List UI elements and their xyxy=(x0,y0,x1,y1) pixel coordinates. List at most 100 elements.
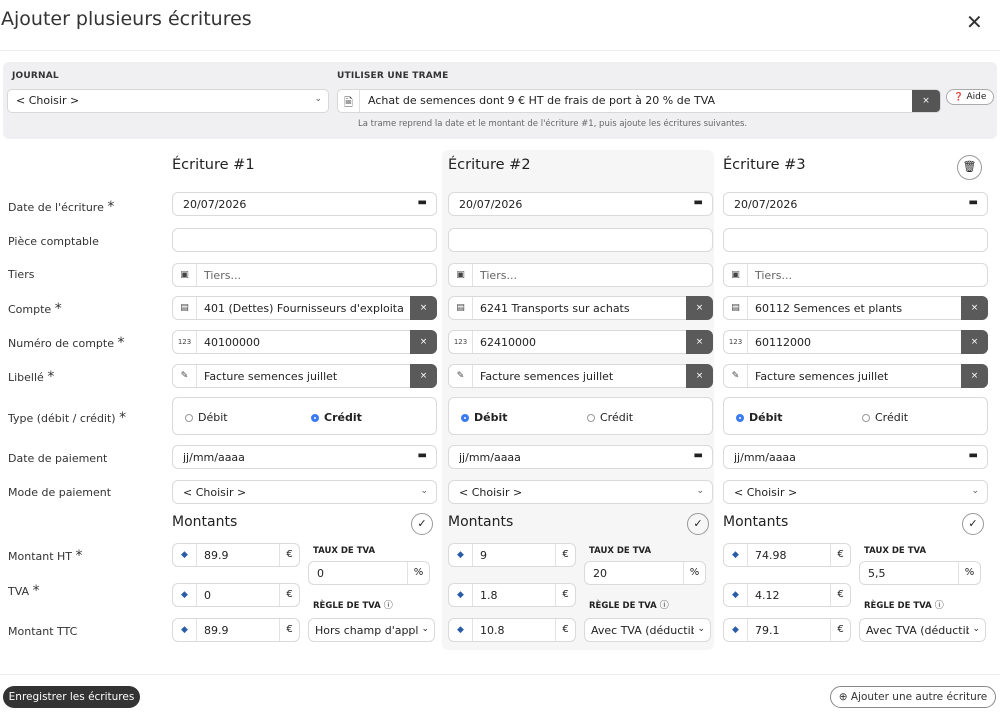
calendar-icon[interactable]: ▬ xyxy=(418,197,427,208)
date-paiement-input[interactable]: jj/mm/aaaa ▬ xyxy=(448,445,713,469)
dialog-title: Ajouter plusieurs écritures xyxy=(1,8,252,30)
tiers-input[interactable]: ▣ Tiers... xyxy=(172,263,437,287)
field-labels-column: Date de l'écriture * Pièce comptable Tie… xyxy=(3,150,166,650)
trame-select[interactable]: 🗎 Achat de semences dont 9 € HT de frais… xyxy=(337,89,941,113)
numero-compte-input[interactable]: 123 62410000 × xyxy=(448,330,713,354)
label-date: Date de l'écriture * xyxy=(8,199,115,215)
chevron-down-icon: ⌄ xyxy=(421,624,429,634)
tva-value: 4.12 xyxy=(755,589,780,602)
montant-ttc-input[interactable]: ◆ 79.1 € xyxy=(723,618,851,642)
calendar-icon[interactable]: ▬ xyxy=(969,450,978,461)
trame-clear-button[interactable]: × xyxy=(912,90,940,112)
chevron-down-icon: ⌄ xyxy=(314,94,322,104)
regle-tva-label: RÈGLE DE TVA ⓘ xyxy=(589,601,669,611)
calendar-icon[interactable]: ▬ xyxy=(969,197,978,208)
mode-paiement-select[interactable]: < Choisir > ⌄ xyxy=(172,480,437,504)
date-ecriture-input[interactable]: 20/07/2026 ▬ xyxy=(723,192,988,216)
numero-compte-input[interactable]: 123 60112000 × xyxy=(723,330,988,354)
libelle-input[interactable]: ✎ Facture semences juillet × xyxy=(172,364,437,388)
libelle-input[interactable]: ✎ Facture semences juillet × xyxy=(723,364,988,388)
calendar-icon[interactable]: ▬ xyxy=(418,450,427,461)
amount-icon: ◆ xyxy=(449,584,473,606)
montant-ht-value: 9 xyxy=(480,549,487,562)
taux-tva-label: TAUX DE TVA xyxy=(589,546,652,556)
date-ecriture-input[interactable]: 20/07/2026 ▬ xyxy=(448,192,713,216)
compte-select[interactable]: ▤ 401 (Dettes) Fournisseurs d'exploitati… xyxy=(172,296,437,320)
date-value: 20/07/2026 xyxy=(459,198,523,211)
piece-comptable-input[interactable] xyxy=(723,228,988,252)
radio-credit[interactable]: Crédit xyxy=(862,411,908,424)
number-icon: 123 xyxy=(173,331,197,353)
date-paiement-input[interactable]: jj/mm/aaaa ▬ xyxy=(723,445,988,469)
numero-clear-button[interactable]: × xyxy=(410,330,437,354)
euro-unit: € xyxy=(279,584,299,606)
taux-tva-input[interactable]: 0 % xyxy=(308,561,430,585)
check-icon[interactable]: ✓ xyxy=(962,513,984,535)
radio-debit[interactable]: Débit xyxy=(461,411,508,424)
tiers-input[interactable]: ▣ Tiers... xyxy=(448,263,713,287)
radio-credit[interactable]: Crédit xyxy=(311,411,362,424)
compte-select[interactable]: ▤ 6241 Transports sur achats × xyxy=(448,296,713,320)
close-icon[interactable]: ✕ xyxy=(966,10,983,34)
save-button[interactable]: Enregistrer les écritures xyxy=(3,686,140,708)
compte-select[interactable]: ▤ 60112 Semences et plants × xyxy=(723,296,988,320)
type-radio-group: Débit Crédit xyxy=(723,397,988,435)
piece-comptable-input[interactable] xyxy=(448,228,713,252)
journal-value: < Choisir > xyxy=(16,94,80,107)
trame-hint: La trame reprend la date et le montant d… xyxy=(358,119,748,129)
date-paiement-input[interactable]: jj/mm/aaaa ▬ xyxy=(172,445,437,469)
check-icon[interactable]: ✓ xyxy=(411,513,433,535)
trame-label: UTILISER UNE TRAME xyxy=(337,71,449,81)
numero-compte-input[interactable]: 123 40100000 × xyxy=(172,330,437,354)
taux-tva-input[interactable]: 20 % xyxy=(584,561,706,585)
taux-value: 5,5 xyxy=(868,567,886,580)
trash-icon[interactable]: 🗑 xyxy=(957,155,982,180)
tva-input[interactable]: ◆ 1.8 € xyxy=(448,583,576,607)
libelle-input[interactable]: ✎ Facture semences juillet × xyxy=(448,364,713,388)
date-ecriture-input[interactable]: 20/07/2026 ▬ xyxy=(172,192,437,216)
journal-select[interactable]: < Choisir > ⌄ xyxy=(7,89,329,113)
numero-value: 40100000 xyxy=(204,336,260,349)
date-paiement-value: jj/mm/aaaa xyxy=(459,451,521,464)
montant-ttc-input[interactable]: ◆ 89.9 € xyxy=(172,618,300,642)
compte-clear-button[interactable]: × xyxy=(686,296,713,320)
compte-clear-button[interactable]: × xyxy=(961,296,988,320)
mode-paiement-select[interactable]: < Choisir > ⌄ xyxy=(723,480,988,504)
numero-value: 60112000 xyxy=(755,336,811,349)
tiers-placeholder: Tiers... xyxy=(204,269,241,282)
radio-credit[interactable]: Crédit xyxy=(587,411,633,424)
montant-ttc-input[interactable]: ◆ 10.8 € xyxy=(448,618,576,642)
label-date-paiement: Date de paiement xyxy=(8,452,108,465)
montant-ht-input[interactable]: ◆ 9 € xyxy=(448,543,576,567)
montant-ht-input[interactable]: ◆ 74.98 € xyxy=(723,543,851,567)
taux-tva-input[interactable]: 5,5 % xyxy=(859,561,981,585)
calendar-icon[interactable]: ▬ xyxy=(694,197,703,208)
regle-tva-select[interactable]: Avec TVA (déductible) ⌄ xyxy=(859,618,986,642)
check-icon[interactable]: ✓ xyxy=(687,513,709,535)
libelle-clear-button[interactable]: × xyxy=(686,364,713,388)
regle-tva-select[interactable]: Avec TVA (déductible) ⌄ xyxy=(584,618,711,642)
numero-clear-button[interactable]: × xyxy=(686,330,713,354)
radio-debit[interactable]: Débit xyxy=(736,411,783,424)
libelle-clear-button[interactable]: × xyxy=(961,364,988,388)
tiers-input[interactable]: ▣ Tiers... xyxy=(723,263,988,287)
compte-clear-button[interactable]: × xyxy=(410,296,437,320)
mode-paiement-select[interactable]: < Choisir > ⌄ xyxy=(448,480,713,504)
info-icon: ⓘ xyxy=(383,601,393,611)
add-ecriture-label: Ajouter une autre écriture xyxy=(850,691,988,703)
percent-unit: % xyxy=(958,562,980,584)
ecriture-title: Écriture #1 xyxy=(172,157,255,173)
calendar-icon[interactable]: ▬ xyxy=(694,450,703,461)
piece-comptable-input[interactable] xyxy=(172,228,437,252)
montant-ht-input[interactable]: ◆ 89.9 € xyxy=(172,543,300,567)
regle-tva-select[interactable]: Hors champ d'application ⌄ xyxy=(308,618,435,642)
numero-clear-button[interactable]: × xyxy=(961,330,988,354)
aide-button[interactable]: ❓ Aide xyxy=(946,89,994,105)
libelle-clear-button[interactable]: × xyxy=(410,364,437,388)
percent-unit: % xyxy=(407,562,429,584)
radio-debit[interactable]: Débit xyxy=(185,411,228,424)
tva-input[interactable]: ◆ 4.12 € xyxy=(723,583,851,607)
compte-value: 6241 Transports sur achats xyxy=(480,302,630,315)
tva-input[interactable]: ◆ 0 € xyxy=(172,583,300,607)
add-ecriture-button[interactable]: ⊕ Ajouter une autre écriture xyxy=(830,686,996,708)
